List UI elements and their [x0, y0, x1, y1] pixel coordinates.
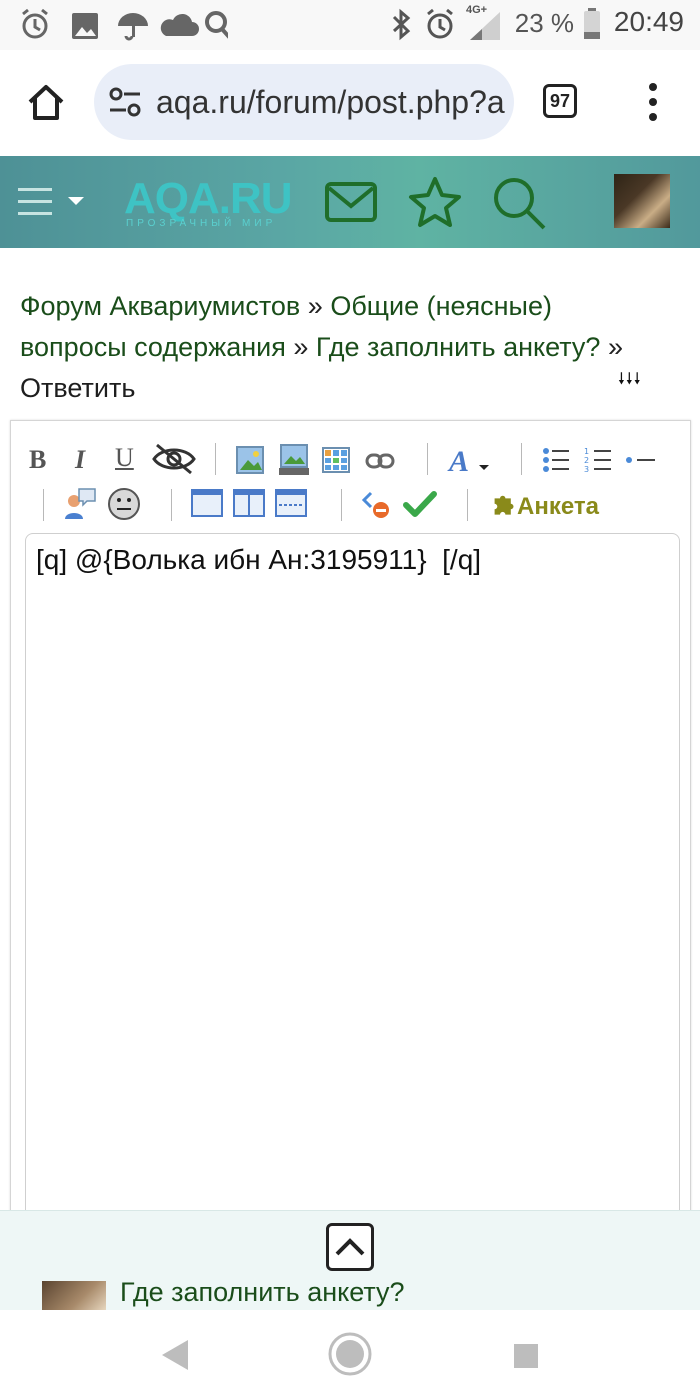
status-bar: 4G+ 23 % 20:49: [0, 0, 700, 50]
site-settings-icon[interactable]: [108, 86, 142, 118]
questionnaire-label: Анкета: [517, 493, 599, 520]
url-text: aqa.ru/forum/post.php?a: [156, 84, 505, 120]
toolbar-divider: [215, 443, 216, 475]
bluetooth-icon: [392, 8, 411, 41]
image-icon: [72, 13, 98, 39]
breadcrumb-current: Ответить: [20, 373, 136, 403]
remove-formatting-icon[interactable]: [361, 489, 393, 521]
svg-text:A: A: [447, 445, 469, 478]
alarm-icon: [22, 8, 48, 39]
reply-editor: B I U A 1 2 3 Анкета [q] @{Волька ибн Ан…: [10, 420, 691, 1233]
upload-image-icon[interactable]: [277, 443, 311, 477]
user-avatar[interactable]: [614, 174, 670, 228]
breadcrumb-topic-link[interactable]: Где заполнить анкету?: [316, 332, 601, 362]
expand-arrows-icon[interactable]: 🠗🠗🠗: [618, 368, 642, 395]
insert-table-icon[interactable]: [321, 445, 351, 475]
topic-preview-panel: Где заполнить анкету?: [0, 1210, 700, 1311]
two-columns-icon[interactable]: [233, 489, 265, 517]
toolbar-divider: [43, 489, 44, 521]
toolbar-divider: [521, 443, 522, 475]
breadcrumb: Форум Аквариумистов » Общие (неясные) во…: [20, 286, 660, 409]
breadcrumb-separator: »: [307, 291, 323, 321]
umbrella-icon: [118, 13, 148, 41]
clock: 20:49: [613, 6, 684, 37]
toolbar-divider: [427, 443, 428, 475]
topic-author-avatar: [42, 1281, 106, 1311]
bulleted-list-icon[interactable]: [541, 445, 571, 475]
questionnaire-button[interactable]: Анкета: [491, 493, 599, 521]
message-textarea[interactable]: [q] @{Волька ибн Ан:3195911} [/q]: [25, 533, 680, 1233]
browser-toolbar: aqa.ru/forum/post.php?a 97: [0, 50, 700, 156]
svg-text:1: 1: [584, 447, 589, 456]
hidden-text-icon[interactable]: [151, 441, 197, 477]
network-type: 4G+: [466, 4, 488, 16]
puzzle-icon: [494, 495, 514, 515]
mail-icon[interactable]: [324, 180, 378, 224]
toolbar-divider: [341, 489, 342, 521]
recents-icon[interactable]: [512, 1342, 540, 1370]
battery-percent: 23 %: [514, 8, 574, 38]
svg-text:3: 3: [584, 465, 589, 474]
back-icon[interactable]: [160, 1338, 190, 1372]
italic-button[interactable]: I: [75, 445, 85, 475]
alarm-icon: [427, 8, 453, 39]
horizontal-rule-icon[interactable]: [625, 451, 657, 469]
hamburger-menu-icon[interactable]: [18, 186, 88, 218]
checkmark-icon[interactable]: [403, 489, 437, 519]
chevron-up-icon: [335, 1238, 365, 1256]
more-menu-icon[interactable]: [644, 82, 662, 122]
breadcrumb-separator: »: [293, 332, 309, 362]
signal-icon: [470, 12, 500, 40]
search-icon: [205, 11, 228, 39]
search-icon[interactable]: [492, 176, 548, 232]
font-style-icon[interactable]: A: [447, 443, 493, 479]
quote-user-icon[interactable]: [63, 487, 97, 521]
numbered-list-icon[interactable]: 1 2 3: [583, 445, 613, 475]
cloud-icon: [160, 13, 199, 37]
toolbar-divider: [467, 489, 468, 521]
home-circle-icon[interactable]: [326, 1330, 374, 1378]
tab-switcher-button[interactable]: 97: [543, 84, 577, 118]
smiley-icon[interactable]: [107, 487, 141, 521]
underline-button[interactable]: U: [115, 443, 134, 473]
topic-title-link[interactable]: Где заполнить анкету?: [120, 1277, 405, 1308]
scroll-up-button[interactable]: [326, 1223, 374, 1271]
site-header: AQA.RU ПРОЗРАЧНЫЙ МИР: [0, 156, 700, 248]
link-icon[interactable]: [365, 451, 395, 471]
site-logo-subtitle: ПРОЗРАЧНЫЙ МИР: [126, 218, 277, 229]
status-system-icons: [392, 8, 500, 41]
breadcrumb-forum-link[interactable]: Форум Аквариумистов: [20, 291, 300, 321]
battery-icon: [584, 8, 600, 39]
bold-button[interactable]: B: [29, 445, 46, 475]
svg-text:2: 2: [584, 456, 589, 465]
star-icon[interactable]: [408, 176, 462, 228]
block-layout-icon[interactable]: [191, 489, 223, 517]
site-logo[interactable]: AQA.RU: [124, 174, 293, 224]
address-bar[interactable]: aqa.ru/forum/post.php?a: [94, 64, 514, 140]
home-icon[interactable]: [26, 82, 66, 122]
toolbar-divider: [171, 489, 172, 521]
system-navigation-bar: [0, 1310, 700, 1400]
status-notification-icons: [22, 8, 228, 41]
insert-image-icon[interactable]: [235, 445, 265, 475]
breadcrumb-separator: »: [607, 332, 623, 362]
spoiler-block-icon[interactable]: [275, 489, 307, 517]
